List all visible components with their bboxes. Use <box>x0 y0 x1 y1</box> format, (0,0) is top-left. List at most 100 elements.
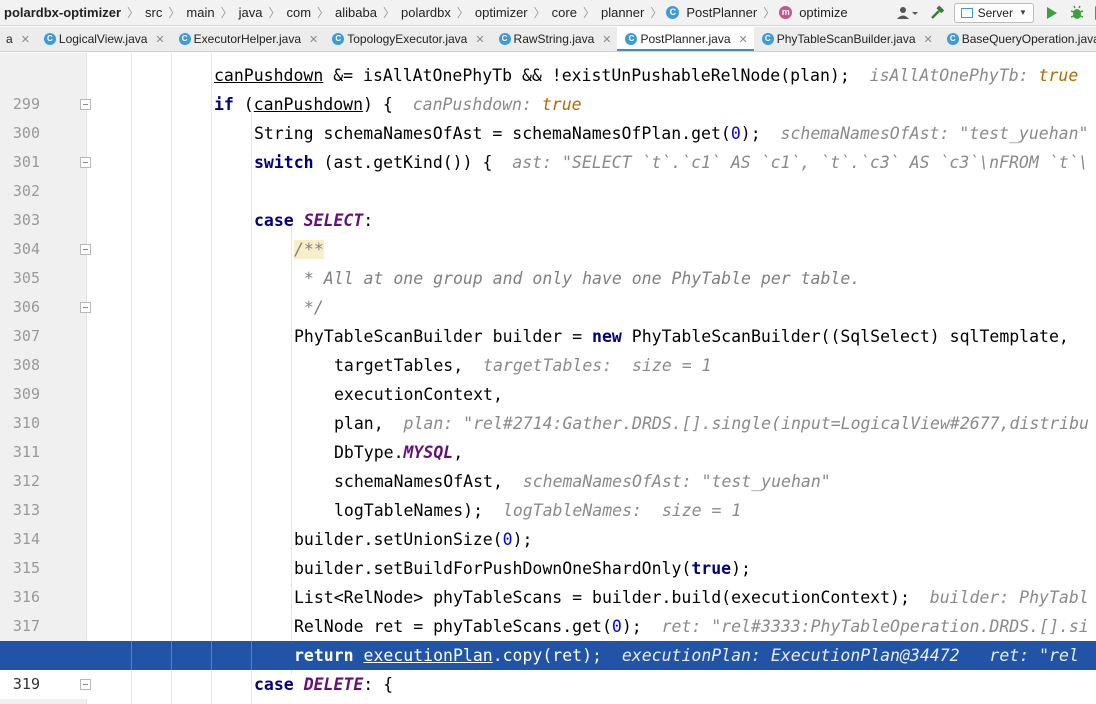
breadcrumb-item[interactable]: alibaba 〉 <box>331 0 397 25</box>
tab-partial[interactable]: a ✕ <box>0 27 36 51</box>
breadcrumb-item[interactable]: main 〉 <box>182 0 234 25</box>
close-icon[interactable]: ✕ <box>21 33 30 46</box>
navigation-bar: polardbx-optimizer 〉 src 〉 main 〉 java 〉 com… <box>0 0 1096 26</box>
tab-logicalview[interactable]: C LogicalView.java ✕ <box>36 27 171 51</box>
breadcrumb-item[interactable]: src 〉 <box>141 0 182 25</box>
code-text: RelNode ret = phyTableScans.get(0); ret:… <box>294 617 1089 636</box>
tab-phytablescanbuilder[interactable]: C PhyTableScanBuilder.java ✕ <box>754 27 939 51</box>
inline-debug-value: isAllAtOnePhyTb: <box>869 66 1029 85</box>
breadcrumb-item[interactable]: m optimize <box>777 0 851 25</box>
close-icon[interactable]: ✕ <box>475 33 484 46</box>
indent-guide <box>131 641 132 670</box>
code-text: * All at one group and only have one Phy… <box>294 269 861 288</box>
current-execution-line[interactable]: 319 return executionPlan.copy(ret); exec… <box>0 641 1096 699</box>
inline-debug-value: canPushdown: <box>412 95 532 114</box>
breadcrumb-separator-icon: 〉 <box>650 6 663 20</box>
code-text: /** <box>294 240 324 259</box>
inline-debug-value: logTableNames: size = 1 <box>502 501 742 520</box>
code-line[interactable]: 308 PhyTableScanBuilder builder = new Ph… <box>0 322 1096 374</box>
code-text: builder.setBuildForPushDownOneShardOnly(… <box>294 559 751 578</box>
code-line[interactable]: 306 * All at one group and only have one… <box>0 264 1096 316</box>
code-text: case SELECT: <box>254 211 374 230</box>
code-line[interactable]: 315 builder.setUnionSize(0); <box>0 525 1096 577</box>
code-text: PhyTableScanBuilder builder = new PhyTab… <box>294 327 1069 346</box>
code-line[interactable]: 304 case SELECT: <box>0 206 1096 258</box>
line-number: 320 <box>0 699 40 704</box>
code-line[interactable]: 305 /** <box>0 235 1096 287</box>
method-icon: m <box>779 6 793 19</box>
class-icon: C <box>498 33 511 45</box>
user-icon[interactable] <box>892 2 922 24</box>
tab-postplanner[interactable]: C PostPlanner.java ✕ <box>617 27 755 51</box>
breadcrumb-item[interactable]: polardbx 〉 <box>397 0 471 25</box>
class-icon: C <box>43 33 56 45</box>
build-hammer-icon[interactable] <box>926 2 948 24</box>
breadcrumb-item[interactable]: java 〉 <box>235 0 283 25</box>
inline-debug-value: plan: "rel#2714:Gather.DRDS.[].single(in… <box>403 414 1089 433</box>
run-icon[interactable] <box>1040 2 1062 24</box>
code-line[interactable]: 317 List<RelNode> phyTableScans = builde… <box>0 583 1096 635</box>
code-line[interactable]: 320 case DELETE: { <box>0 670 1096 699</box>
inline-debug-value: ret: "rel#3333:PhyTableOperation.DRDS.[]… <box>661 617 1089 636</box>
code-text: List<RelNode> phyTableScans = builder.bu… <box>294 588 1089 607</box>
tab-executorhelper[interactable]: C ExecutorHelper.java ✕ <box>171 27 325 51</box>
breadcrumb-item[interactable]: planner 〉 <box>597 0 664 25</box>
code-line[interactable]: 311 plan, plan: "rel#2714:Gather.DRDS.[]… <box>0 409 1096 461</box>
code-line[interactable]: 318 RelNode ret = phyTableScans.get(0); … <box>0 612 1096 664</box>
breadcrumb-item[interactable]: polardbx-optimizer 〉 <box>0 0 141 25</box>
breadcrumb-item[interactable]: com 〉 <box>282 0 331 25</box>
code-text: String schemaNamesOfAst = schemaNamesOfP… <box>254 124 1089 143</box>
code-line[interactable]: 299 canPushdown &= isAllAtOnePhyTb && !e… <box>0 61 1096 113</box>
inline-debug-value: schemaNamesOfAst: "test_yuehan" <box>522 472 831 491</box>
close-icon[interactable]: ✕ <box>924 33 933 46</box>
code-line[interactable]: 309 targetTables, targetTables: size = 1 <box>0 351 1096 403</box>
tab-topologyexecutor[interactable]: C TopologyExecutor.java ✕ <box>324 27 490 51</box>
tab-rawstring[interactable]: C RawString.java ✕ <box>491 27 618 51</box>
coverage-icon[interactable] <box>1090 2 1096 24</box>
code-line[interactable]: 316 builder.setBuildForPushDownOneShardO… <box>0 554 1096 606</box>
fold-toggle-icon[interactable] <box>80 157 91 168</box>
breadcrumb-separator-icon: 〉 <box>220 6 233 20</box>
fold-toggle-icon[interactable] <box>80 679 91 690</box>
code-line[interactable]: 312 DbType.MYSQL, <box>0 438 1096 490</box>
tab-basequeryoperation[interactable]: C BaseQueryOperation.java <box>939 27 1096 51</box>
close-icon[interactable]: ✕ <box>155 33 164 46</box>
code-line[interactable]: 300 if (canPushdown) { canPushdown: true <box>0 90 1096 142</box>
close-icon[interactable]: ✕ <box>602 33 611 46</box>
breadcrumb-separator-icon: 〉 <box>763 6 776 20</box>
breadcrumb-item[interactable]: C PostPlanner 〉 <box>664 0 777 25</box>
code-text: plan, plan: "rel#2714:Gather.DRDS.[].sin… <box>334 414 1089 433</box>
breadcrumb-separator-icon: 〉 <box>127 6 140 20</box>
run-configuration-select[interactable]: Server ▼ <box>953 2 1034 23</box>
code-text: switch (ast.getKind()) { ast: "SELECT `t… <box>254 153 1089 172</box>
code-line[interactable]: 313 schemaNamesOfAst, schemaNamesOfAst: … <box>0 467 1096 519</box>
breadcrumb-separator-icon: 〉 <box>168 6 181 20</box>
inline-debug-value: targetTables: size = 1 <box>483 356 712 375</box>
inline-debug-value: ast: "SELECT `t`.`c1` AS `c1`, `t`.`c3` … <box>512 153 1089 172</box>
close-icon[interactable]: ✕ <box>739 33 748 46</box>
breadcrumb-item[interactable]: optimizer 〉 <box>471 0 548 25</box>
fold-toggle-icon[interactable] <box>80 302 91 313</box>
code-text: */ <box>294 298 324 317</box>
code-text: schemaNamesOfAst, schemaNamesOfAst: "tes… <box>334 472 831 491</box>
run-config-icon <box>960 7 973 18</box>
indent-guide <box>171 641 172 670</box>
code-line[interactable]: 307 */ <box>0 293 1096 345</box>
breadcrumb-item[interactable]: core 〉 <box>548 0 597 25</box>
class-icon: C <box>178 33 191 45</box>
code-line[interactable]: 310 executionContext, <box>0 380 1096 432</box>
code-editor[interactable]: 299 canPushdown &= isAllAtOnePhyTb && !e… <box>0 53 1096 704</box>
code-line[interactable]: 302 switch (ast.getKind()) { ast: "SELEC… <box>0 148 1096 200</box>
fold-toggle-icon[interactable] <box>80 99 91 110</box>
fold-toggle-icon[interactable] <box>80 244 91 255</box>
inline-debug-value: executionPlan: ExecutionPlan@34472 <box>621 646 960 665</box>
debug-icon[interactable] <box>1066 2 1088 24</box>
indent-guide <box>211 641 212 670</box>
class-icon: C <box>666 6 680 19</box>
close-icon[interactable]: ✕ <box>309 33 318 46</box>
breadcrumb-separator-icon: 〉 <box>317 6 330 20</box>
code-line[interactable]: 301 String schemaNamesOfAst = schemaName… <box>0 119 1096 171</box>
code-line[interactable]: 303 <box>0 177 1096 229</box>
code-line[interactable]: 314 logTableNames); logTableNames: size … <box>0 496 1096 548</box>
code-text: return executionPlan.copy(ret); executio… <box>294 646 1079 665</box>
